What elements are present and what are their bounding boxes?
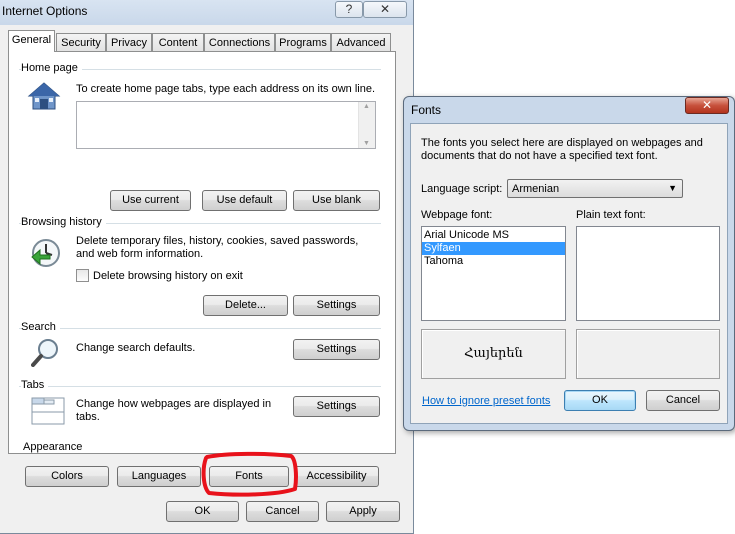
plain-text-font-preview [576,329,720,379]
colors-button[interactable]: Colors [25,466,109,487]
plain-text-font-listbox[interactable] [576,226,720,321]
tab-label: Programs [279,37,327,49]
plain-text-font-label: Plain text font: [576,209,646,221]
io-title: Internet Options [2,4,88,18]
search-group-label: Search [21,321,60,333]
ignore-preset-fonts-link[interactable]: How to ignore preset fonts [422,395,550,407]
tabs-settings-button[interactable]: Settings [293,396,380,417]
search-settings-button[interactable]: Settings [293,339,380,360]
tab-privacy[interactable]: Privacy [106,33,152,52]
tab-label: Connections [208,37,271,49]
webpage-font-listbox[interactable]: Arial Unicode MS Sylfaen Tahoma [421,226,566,321]
scroll-up-icon[interactable]: ▲ [363,103,370,110]
font-list-item-selected[interactable]: Sylfaen [422,242,565,255]
tabs-description: Change how webpages are displayed in tab… [76,398,272,423]
tab-advanced[interactable]: Advanced [331,33,391,52]
delete-on-exit-checkbox[interactable] [76,269,89,282]
tabs-window-icon [31,395,65,425]
group-divider [19,328,381,329]
io-titlebar[interactable]: Internet Options ? ✕ [0,0,413,25]
font-list-item[interactable]: Tahoma [422,255,565,268]
magnifier-icon [31,337,61,367]
tab-label: Security [61,37,101,49]
highlight-ellipse-annotation [201,451,298,497]
fonts-ok-button[interactable]: OK [564,390,636,411]
webpage-font-preview: Հայերեն [421,329,566,379]
homepage-scrollbar[interactable]: ▲ ▼ [358,102,375,148]
tab-content[interactable]: Content [152,33,204,52]
tab-label: Advanced [336,37,386,49]
close-icon: ✕ [379,2,391,16]
help-icon: ? [345,2,353,16]
history-settings-button[interactable]: Settings [293,295,380,316]
history-clock-icon [29,237,63,269]
language-script-label: Language script: [421,183,503,195]
general-tab-panel: Home page To create home page tabs, type… [8,51,396,454]
fonts-client-area: The fonts you select here are displayed … [410,123,728,424]
tabs-group-label: Tabs [21,379,49,391]
io-client-area: General Security Privacy Content Connect… [5,25,407,497]
tab-programs[interactable]: Programs [275,33,331,52]
fonts-close-button[interactable]: ✕ [685,97,729,114]
fonts-title: Fonts [411,103,442,117]
home-icon [27,81,61,111]
io-ok-button[interactable]: OK [166,501,239,522]
history-description: Delete temporary files, history, cookies… [76,235,359,260]
use-current-button[interactable]: Use current [110,190,191,211]
homepage-group-label: Home page [21,62,82,74]
close-icon: ✕ [701,98,713,112]
tab-security[interactable]: Security [56,33,106,52]
scroll-down-icon[interactable]: ▼ [363,140,370,147]
homepage-urls-textarea[interactable]: ▲ ▼ [76,101,376,149]
tab-general[interactable]: General [8,30,55,52]
fonts-description: The fonts you select here are displayed … [421,137,703,162]
chevron-down-icon: ▼ [668,183,677,193]
languages-button[interactable]: Languages [117,466,201,487]
tab-label: Content [158,37,198,49]
fonts-cancel-button[interactable]: Cancel [646,390,720,411]
tab-connections[interactable]: Connections [204,33,275,52]
tab-label: General [11,34,52,46]
language-script-value: Armenian [512,183,560,195]
io-close-button[interactable]: ✕ [363,1,407,18]
accessibility-button[interactable]: Accessibility [294,466,379,487]
io-apply-button[interactable]: Apply [326,501,400,522]
use-blank-button[interactable]: Use blank [293,190,380,211]
delete-on-exit-label[interactable]: Delete browsing history on exit [93,270,243,283]
preview-text: Հայերեն [464,346,523,361]
language-script-dropdown[interactable]: Armenian ▼ [507,179,683,198]
internet-options-window: Internet Options ? ✕ General Security Pr… [0,0,414,534]
help-button[interactable]: ? [335,1,363,18]
homepage-description: To create home page tabs, type each addr… [76,83,376,95]
font-list-item[interactable]: Arial Unicode MS [422,229,565,242]
webpage-font-label: Webpage font: [421,209,493,221]
search-description: Change search defaults. [76,342,196,354]
tab-label: Privacy [110,37,148,49]
use-default-button[interactable]: Use default [202,190,287,211]
history-group-label: Browsing history [21,216,106,228]
delete-history-button[interactable]: Delete... [203,295,288,316]
group-divider [19,386,381,387]
appearance-group-label: Appearance [23,441,87,453]
io-cancel-button[interactable]: Cancel [246,501,319,522]
fonts-dialog: Fonts ✕ The fonts you select here are di… [403,96,735,431]
